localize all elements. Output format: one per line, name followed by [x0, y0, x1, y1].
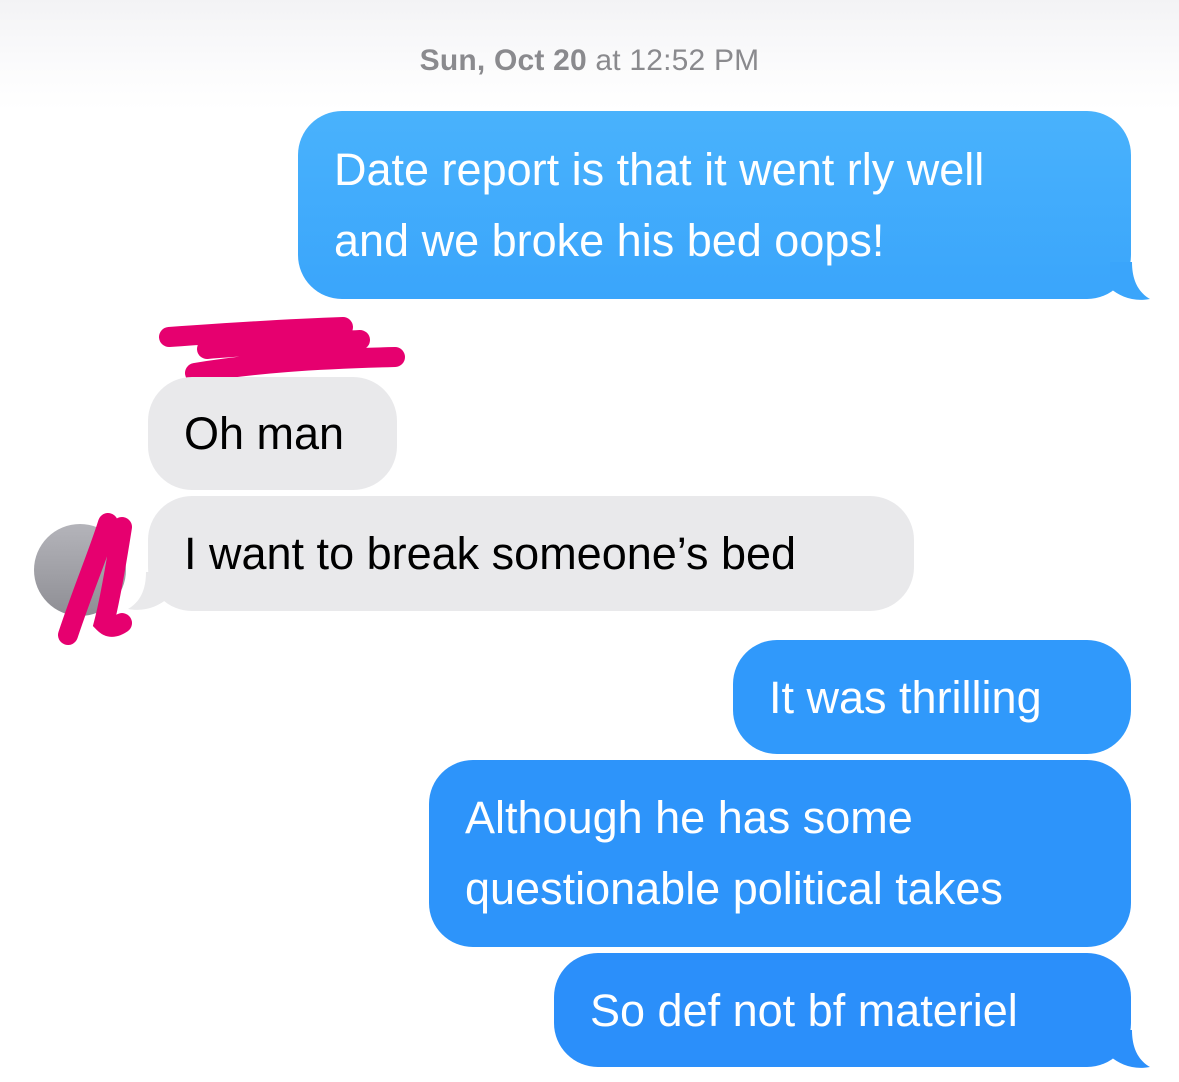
message-text-line: It was thrilling	[769, 672, 1042, 723]
message-text-line: Oh man	[184, 408, 345, 459]
timestamp-day: Sun, Oct 20	[419, 44, 587, 77]
message-text-line: questionable political takes	[465, 863, 1003, 914]
message-text-line: and we broke his bed oops!	[334, 215, 885, 266]
message-text-line: So def not bf materiel	[590, 985, 1018, 1036]
outgoing-bubble-tail	[1110, 262, 1150, 300]
message-text-line: Date report is that it went rly well	[334, 144, 985, 195]
outgoing-message-bubble[interactable]: Date report is that it went rly well and…	[298, 111, 1131, 299]
outgoing-message-bubble[interactable]: So def not bf materiel	[554, 953, 1131, 1067]
outgoing-bubble-tail	[1110, 1030, 1150, 1068]
outgoing-message-bubble[interactable]: It was thrilling	[733, 640, 1131, 754]
message-text-line: I want to break someone’s bed	[184, 528, 797, 579]
redaction-scribble	[58, 513, 132, 645]
message-text-line: Although he has some	[465, 792, 913, 843]
timestamp-time: at 12:52 PM	[595, 44, 760, 77]
message-timestamp: Sun, Oct 20 at 12:52 PM	[0, 44, 1179, 78]
incoming-message-bubble[interactable]: Oh man	[148, 377, 397, 490]
incoming-message-bubble[interactable]: I want to break someone’s bed	[148, 496, 914, 611]
outgoing-message-bubble[interactable]: Although he has some questionable politi…	[429, 760, 1131, 947]
